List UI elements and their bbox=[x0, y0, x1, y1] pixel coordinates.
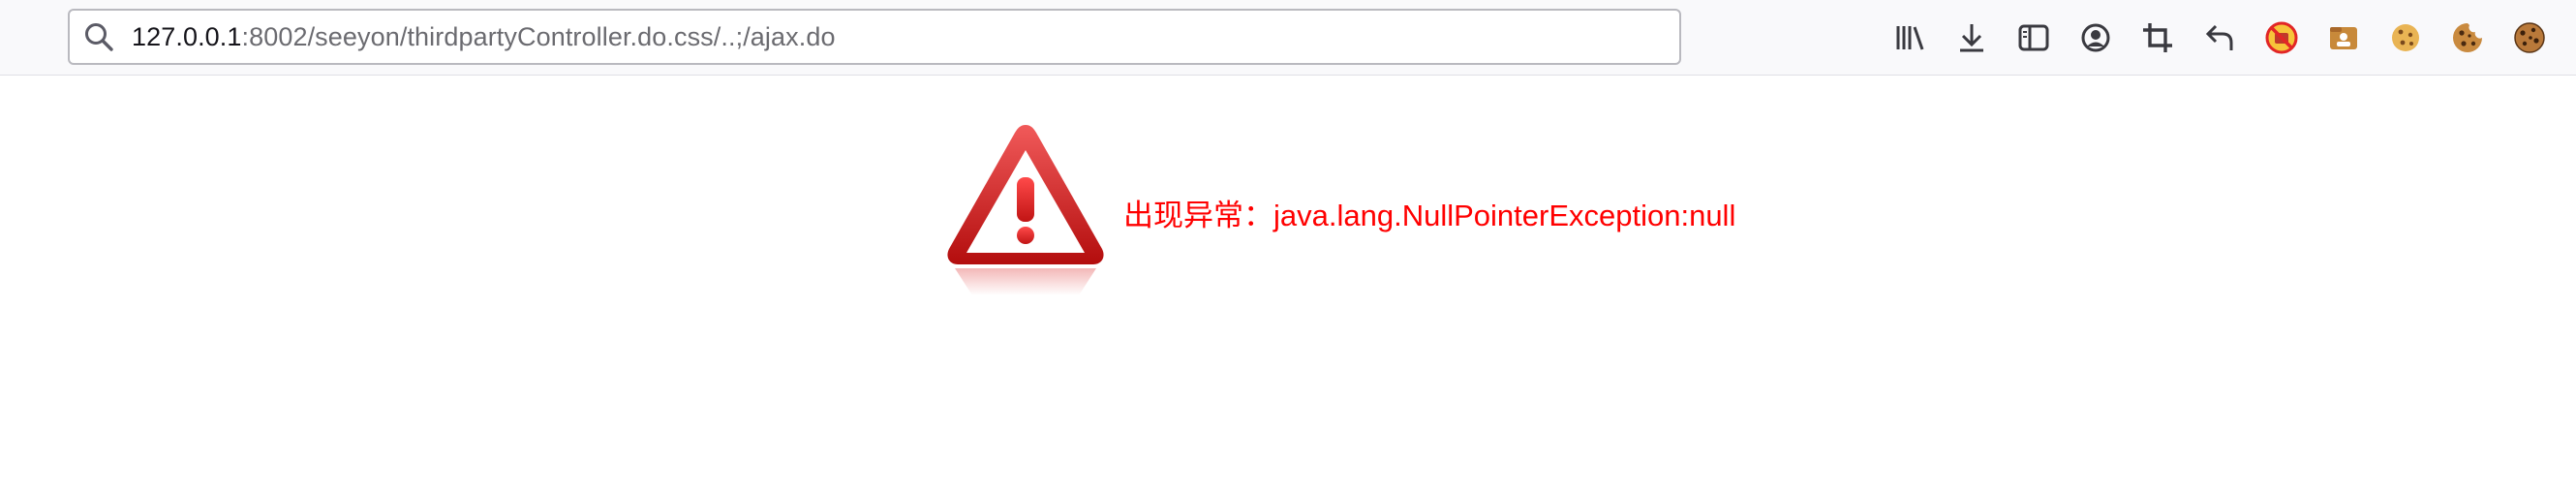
download-icon[interactable] bbox=[1950, 16, 1993, 59]
error-message: 出现异常：java.lang.NullPointerException:null bbox=[1123, 199, 1736, 232]
extension-folder-icon[interactable] bbox=[2322, 16, 2365, 59]
cookie-manager-icon[interactable] bbox=[2508, 16, 2551, 59]
warning-triangle-icon bbox=[943, 121, 1108, 305]
url-host: 127.0.0.1 bbox=[132, 21, 242, 51]
cookie-icon[interactable] bbox=[2384, 16, 2427, 59]
url-text[interactable]: 127.0.0.1:8002/seeyon/thirdpartyControll… bbox=[132, 22, 836, 52]
url-path: :8002/seeyon/thirdpartyController.do.css… bbox=[241, 21, 836, 51]
address-bar[interactable]: 127.0.0.1:8002/seeyon/thirdpartyControll… bbox=[68, 9, 1681, 65]
screenshot-crop-icon[interactable] bbox=[2136, 16, 2179, 59]
sidebar-icon[interactable] bbox=[2012, 16, 2055, 59]
library-icon[interactable] bbox=[1888, 16, 1931, 59]
back-arrow-icon[interactable] bbox=[2198, 16, 2241, 59]
browser-toolbar: 127.0.0.1:8002/seeyon/thirdpartyControll… bbox=[0, 0, 2576, 76]
account-icon[interactable] bbox=[2074, 16, 2117, 59]
blocked-extension-icon[interactable] bbox=[2260, 16, 2303, 59]
page-content: 出现异常：java.lang.NullPointerException:null bbox=[0, 77, 2576, 492]
cookie-editor-icon[interactable] bbox=[2446, 16, 2489, 59]
search-icon bbox=[81, 19, 116, 54]
